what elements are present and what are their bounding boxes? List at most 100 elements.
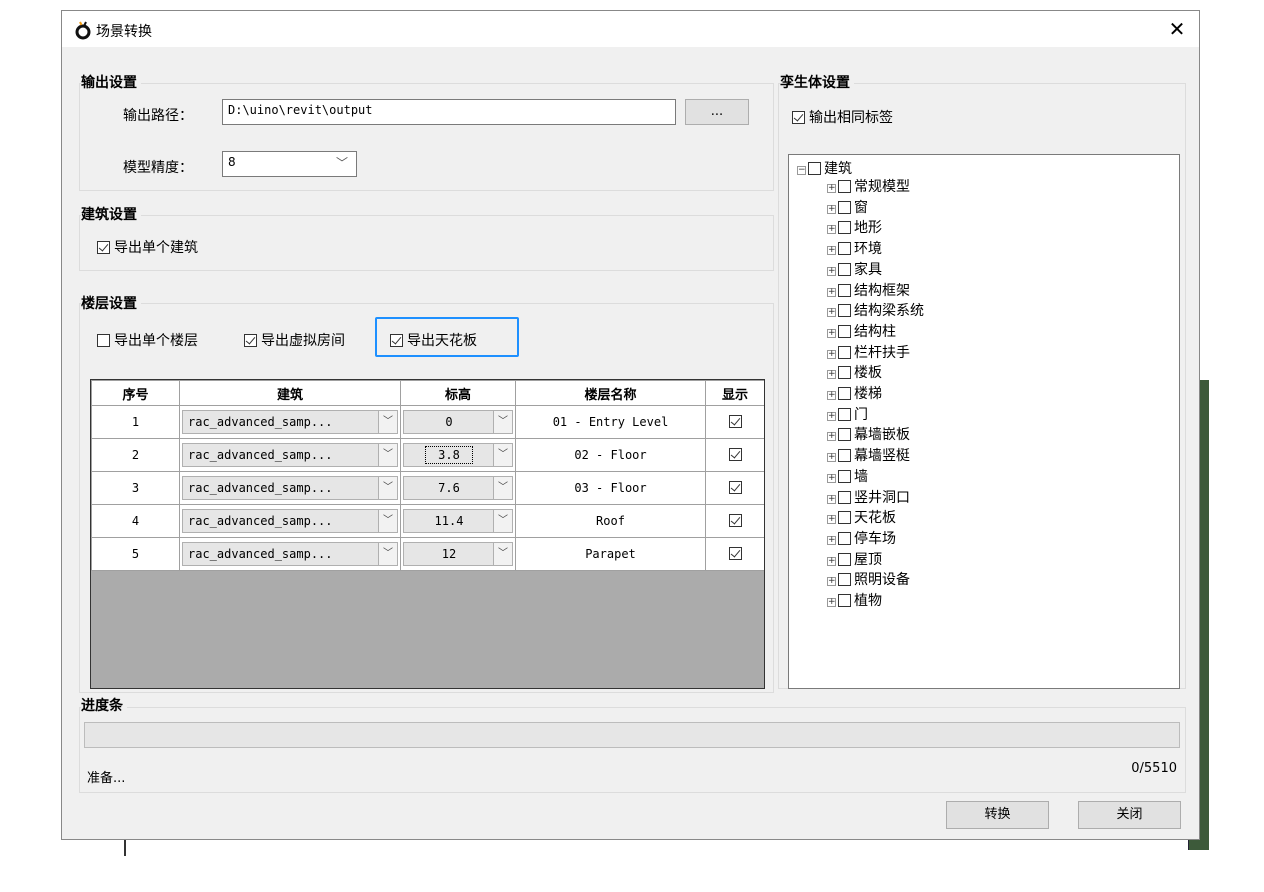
plus-expander-icon[interactable]: + xyxy=(827,308,836,318)
export-single-building-checkbox[interactable]: 导出单个建筑 xyxy=(97,237,198,257)
level-select[interactable]: 7.6 ﹀ xyxy=(403,476,513,500)
tree-checkbox[interactable] xyxy=(838,594,851,607)
close-icon[interactable]: ✕ xyxy=(1165,17,1189,41)
column-header-floor-name[interactable]: 楼层名称 xyxy=(515,380,706,406)
table-row[interactable]: 1 rac_advanced_samp... ﹀ 0 ﹀ 01 - Entry Le… xyxy=(91,405,764,439)
tree-node[interactable]: + 幕墙嵌板 xyxy=(827,425,910,445)
tree-checkbox[interactable] xyxy=(808,162,821,175)
plus-expander-icon[interactable]: + xyxy=(827,266,836,276)
export-single-floor-checkbox[interactable]: 导出单个楼层 xyxy=(97,330,198,350)
tree-checkbox[interactable] xyxy=(838,324,851,338)
close-button[interactable]: 关闭 xyxy=(1078,801,1181,829)
plus-expander-icon[interactable]: + xyxy=(827,328,836,338)
tree-node[interactable]: + 结构框架 xyxy=(827,281,910,301)
plus-expander-icon[interactable]: + xyxy=(827,370,836,380)
tree-checkbox[interactable] xyxy=(838,387,851,400)
building-select[interactable]: rac_advanced_samp... ﹀ xyxy=(182,410,398,434)
level-select[interactable]: 12 ﹀ xyxy=(403,542,513,566)
tree-root-node[interactable]: − 建筑 xyxy=(797,159,852,179)
building-select[interactable]: rac_advanced_samp... ﹀ xyxy=(182,509,398,533)
show-checkbox[interactable] xyxy=(728,481,742,494)
tree-node[interactable]: + 常规模型 xyxy=(827,177,910,197)
plus-expander-icon[interactable]: + xyxy=(827,515,836,525)
tree-node[interactable]: + 门 xyxy=(827,405,868,425)
plus-expander-icon[interactable]: + xyxy=(827,287,836,297)
tree-node[interactable]: + 环境 xyxy=(827,239,882,259)
convert-button[interactable]: 转换 xyxy=(946,801,1049,829)
output-same-label-checkbox[interactable]: 输出相同标签 xyxy=(792,107,893,127)
tree-node[interactable]: + 竖井洞口 xyxy=(827,488,910,508)
column-header-level[interactable]: 标高 xyxy=(400,380,516,406)
output-path-input[interactable]: D:\uino\revit\output xyxy=(222,99,676,125)
plus-expander-icon[interactable]: + xyxy=(827,204,836,214)
tree-checkbox[interactable] xyxy=(838,531,851,545)
browse-button[interactable]: ... xyxy=(685,99,749,125)
tree-node[interactable]: + 墙 xyxy=(827,467,868,487)
plus-expander-icon[interactable]: + xyxy=(827,225,836,235)
table-row[interactable]: 5 rac_advanced_samp... ﹀ 12 ﹀ Parapet xyxy=(91,537,764,571)
tree-checkbox[interactable] xyxy=(838,262,851,276)
plus-expander-icon[interactable]: + xyxy=(827,349,836,359)
tree-node[interactable]: + 天花板 xyxy=(827,508,896,528)
floor-name-cell[interactable]: Parapet xyxy=(515,537,706,571)
tree-checkbox[interactable] xyxy=(838,449,851,463)
minus-expander-icon[interactable]: − xyxy=(797,166,806,175)
plus-expander-icon[interactable]: + xyxy=(827,577,836,587)
tree-node[interactable]: + 结构梁系统 xyxy=(827,301,924,321)
tree-node[interactable]: + 栏杆扶手 xyxy=(827,343,910,363)
tree-checkbox[interactable] xyxy=(838,366,851,380)
tree-checkbox[interactable] xyxy=(838,428,851,442)
tree-node[interactable]: + 停车场 xyxy=(827,529,896,549)
table-row[interactable]: 3 rac_advanced_samp... ﹀ 7.6 ﹀ 03 - Floor xyxy=(91,471,764,505)
building-select[interactable]: rac_advanced_samp... ﹀ xyxy=(182,476,398,500)
tree-checkbox[interactable] xyxy=(838,407,851,421)
tree-node[interactable]: + 结构柱 xyxy=(827,322,896,342)
level-select[interactable]: 11.4 ﹀ xyxy=(403,509,513,533)
plus-expander-icon[interactable]: + xyxy=(827,494,836,504)
building-select[interactable]: rac_advanced_samp... ﹀ xyxy=(182,542,398,566)
table-row[interactable]: 2 rac_advanced_samp... ﹀ 3.8 ﹀ 02 - Floor xyxy=(91,438,764,472)
plus-expander-icon[interactable]: + xyxy=(827,432,836,442)
tree-node[interactable]: + 植物 xyxy=(827,591,882,611)
floor-name-cell[interactable]: 01 - Entry Level xyxy=(515,405,706,439)
tree-checkbox[interactable] xyxy=(838,221,851,235)
plus-expander-icon[interactable]: + xyxy=(827,473,836,483)
tree-checkbox[interactable] xyxy=(838,573,851,587)
model-precision-select[interactable]: 8 ﹀ xyxy=(222,151,357,177)
plus-expander-icon[interactable]: + xyxy=(827,184,836,193)
tree-node[interactable]: + 屋顶 xyxy=(827,550,882,570)
column-header-building[interactable]: 建筑 xyxy=(179,380,401,406)
tree-checkbox[interactable] xyxy=(838,242,851,256)
plus-expander-icon[interactable]: + xyxy=(827,453,836,463)
show-checkbox[interactable] xyxy=(728,547,742,560)
plus-expander-icon[interactable]: + xyxy=(827,391,836,400)
show-checkbox[interactable] xyxy=(728,415,742,428)
plus-expander-icon[interactable]: + xyxy=(827,535,836,545)
tree-node[interactable]: + 幕墙竖梃 xyxy=(827,446,910,466)
building-select[interactable]: rac_advanced_samp... ﹀ xyxy=(182,443,398,467)
tree-node[interactable]: + 窗 xyxy=(827,198,868,218)
floor-name-cell[interactable]: Roof xyxy=(515,504,706,538)
level-select[interactable]: 3.8 ﹀ xyxy=(403,443,513,467)
tree-checkbox[interactable] xyxy=(838,304,851,318)
plus-expander-icon[interactable]: + xyxy=(827,246,836,256)
floor-name-cell[interactable]: 03 - Floor xyxy=(515,471,706,505)
export-virtual-room-checkbox[interactable]: 导出虚拟房间 xyxy=(244,330,345,350)
tree-node[interactable]: + 楼板 xyxy=(827,363,882,383)
column-header-show[interactable]: 显示 xyxy=(705,380,764,406)
show-checkbox[interactable] xyxy=(728,448,742,461)
floor-name-cell[interactable]: 02 - Floor xyxy=(515,438,706,472)
tree-node[interactable]: + 地形 xyxy=(827,218,882,238)
tree-checkbox[interactable] xyxy=(838,180,851,193)
tree-checkbox[interactable] xyxy=(838,490,851,504)
tree-checkbox[interactable] xyxy=(838,283,851,297)
plus-expander-icon[interactable]: + xyxy=(827,598,836,607)
tree-checkbox[interactable] xyxy=(838,469,851,483)
tree-node[interactable]: + 家具 xyxy=(827,260,882,280)
tree-node[interactable]: + 照明设备 xyxy=(827,570,910,590)
tree-checkbox[interactable] xyxy=(838,511,851,525)
level-select[interactable]: 0 ﹀ xyxy=(403,410,513,434)
tree-node[interactable]: + 楼梯 xyxy=(827,384,882,404)
column-header-index[interactable]: 序号 xyxy=(91,380,180,406)
show-checkbox[interactable] xyxy=(728,514,742,527)
